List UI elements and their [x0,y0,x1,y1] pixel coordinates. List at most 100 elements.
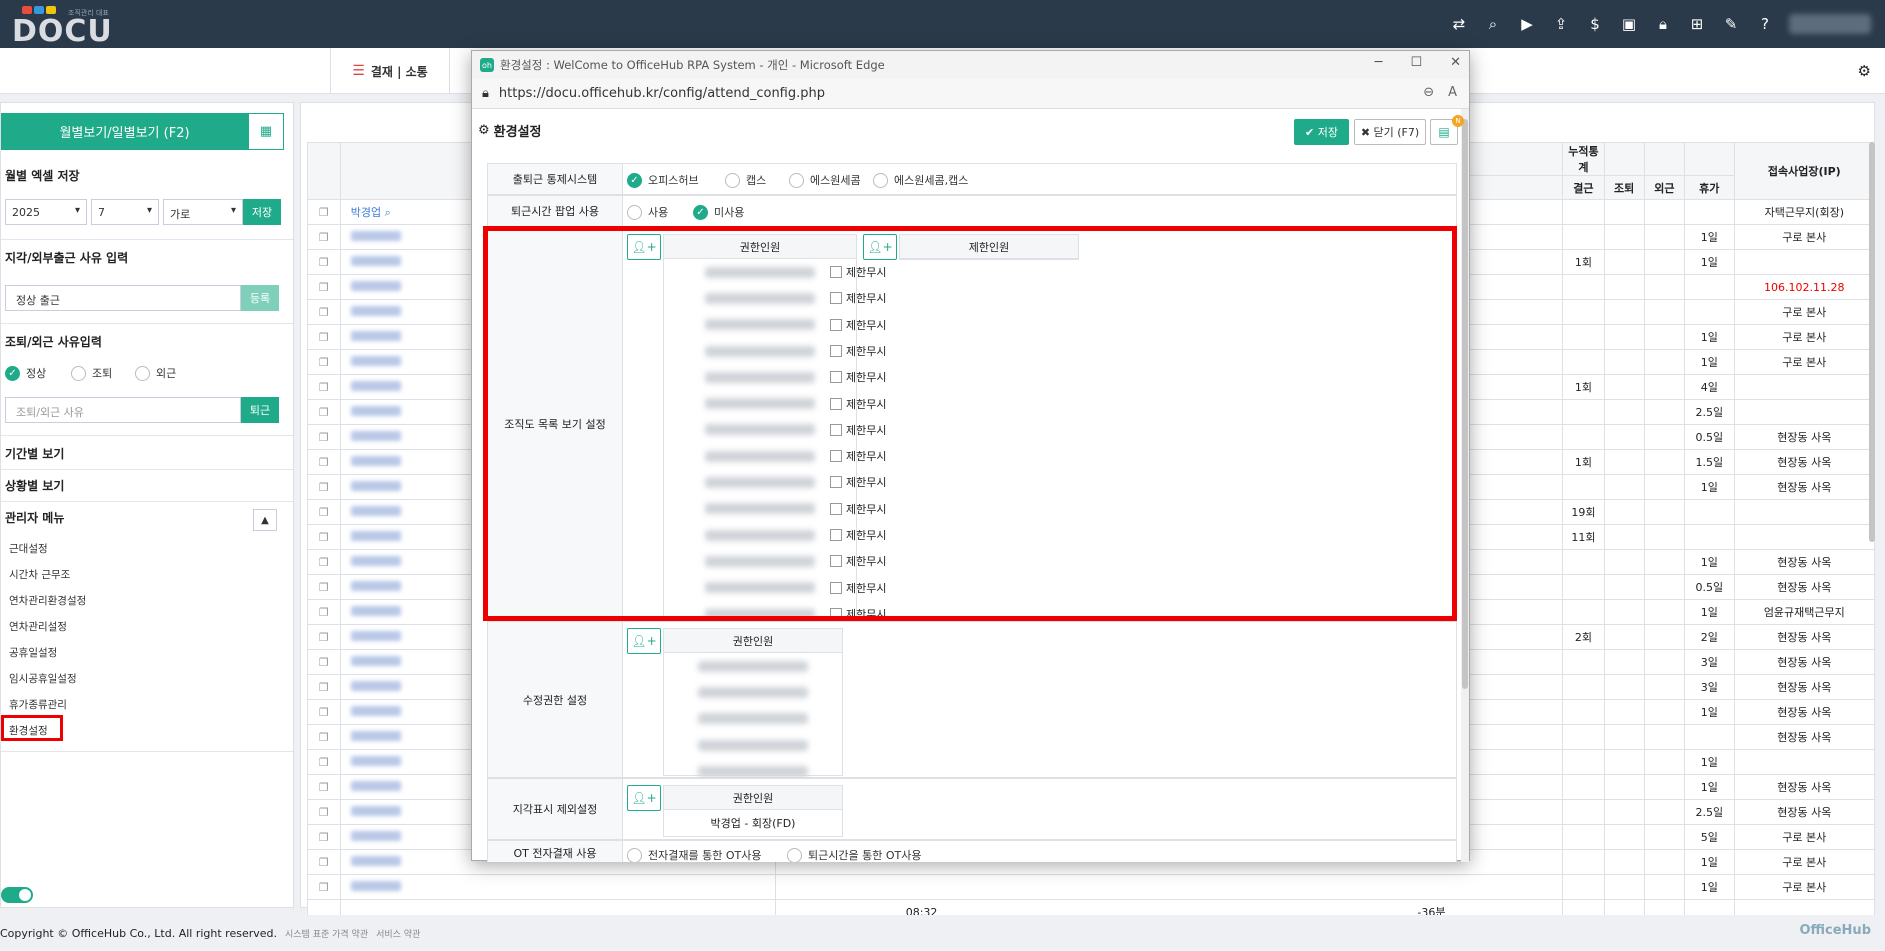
copy-icon[interactable]: ❐ [319,431,329,444]
radio-s1-caps[interactable]: 에스원세콤,캡스 [873,172,968,188]
checkbox-box[interactable] [830,371,842,384]
popup-scrollbar-thumb[interactable] [1462,119,1468,689]
copy-cell[interactable]: ❐ [307,549,341,575]
checkbox-box[interactable] [830,529,842,541]
checkbox-box[interactable] [830,450,842,463]
copy-icon[interactable]: ❐ [319,806,329,819]
status-view-link[interactable]: 상황별 보기 [5,477,64,494]
monthly-daily-view-button[interactable]: 월별보기/일별보기 (F2) [1,113,248,150]
blurred-name[interactable] [350,605,401,616]
blurred-name[interactable] [350,230,401,241]
copy-icon[interactable]: ❐ [319,781,329,794]
copy-cell[interactable]: ❐ [307,699,341,725]
late-reason-input[interactable]: 정상 출근 [5,285,241,311]
toggle-switch[interactable] [1,887,33,903]
add-user-icon[interactable]: 👤︎+ [863,234,897,260]
copy-icon[interactable]: ❐ [319,531,329,544]
user-profile[interactable] [1789,14,1871,34]
checkbox-box[interactable] [830,581,842,594]
checkbox-box[interactable] [830,397,842,410]
copy-cell[interactable]: ❐ [307,299,341,325]
copy-icon[interactable]: ❐ [319,406,329,419]
radio-nouse[interactable]: ✓ 미사용 [693,204,744,220]
checkbox-box[interactable] [830,318,842,331]
no-limit-checkbox[interactable]: 제한무시 [830,343,886,359]
blurred-name[interactable] [350,780,401,791]
copy-cell[interactable]: ❐ [307,449,341,475]
blurred-name[interactable] [350,655,401,666]
period-view-link[interactable]: 기간별 보기 [5,445,64,462]
blurred-name[interactable] [350,805,401,816]
radio-ot-approval[interactable]: 전자결재를 통한 OT사용 [627,847,761,862]
leave-button[interactable]: 퇴근 [241,397,279,423]
add-user-icon[interactable]: 👤︎+ [627,628,661,654]
radio-normal[interactable]: ✓ 정상 [5,365,46,381]
close-icon[interactable]: ✕ [1450,55,1461,70]
orientation-select[interactable]: 가로 ▾ [163,199,243,225]
menu-item-time-shift[interactable]: 시간차 근무조 [9,567,70,582]
copy-cell[interactable]: ❐ [307,224,341,250]
copy-cell[interactable]: ❐ [307,774,341,800]
copy-icon[interactable]: ❐ [319,756,329,769]
no-limit-checkbox[interactable]: 제한무시 [830,290,886,306]
blurred-name[interactable] [350,705,401,716]
chevron-up-icon[interactable]: ▲ [253,509,277,531]
copy-cell[interactable]: ❐ [307,574,341,600]
radio-use[interactable]: 사용 [627,204,668,220]
checkbox-box[interactable] [830,476,842,489]
blurred-name[interactable] [350,855,401,866]
briefcase-icon[interactable]: ▣ [1619,14,1639,34]
grid-icon[interactable]: ▦ [248,113,284,150]
register-button[interactable]: 등록 [241,285,279,311]
minimize-icon[interactable]: ─ [1375,55,1383,70]
footer-link-pricing[interactable]: 시스템 표준 가격 약관 [285,927,368,940]
copy-icon[interactable]: ❐ [319,481,329,494]
add-user-icon[interactable]: 👤︎+ [627,785,661,811]
zoom-out-icon[interactable]: ⊖ [1423,85,1434,100]
blurred-name[interactable] [350,880,401,891]
blurred-name[interactable] [350,830,401,841]
radio-out[interactable]: 외근 [135,365,176,381]
copy-cell[interactable]: ❐ [307,624,341,650]
radio-officehub[interactable]: ✓ 오피스허브 [627,172,699,188]
menu-item-attendance[interactable]: 근대설정 [9,541,48,556]
blurred-name[interactable] [350,680,401,691]
checkbox-box[interactable] [830,344,842,357]
month-select[interactable]: 7 ▾ [91,199,159,225]
sitemap-icon[interactable]: ⊞ [1687,14,1707,34]
add-user-icon[interactable]: 👤︎+ [627,234,661,260]
no-limit-checkbox[interactable]: 제한무시 [830,474,886,490]
tab-approval[interactable]: ☰ 결재 | 소통 [330,48,450,94]
copy-icon[interactable]: ❐ [319,606,329,619]
blurred-name[interactable] [350,380,401,391]
copy-cell[interactable]: ❐ [307,849,341,875]
copy-cell[interactable]: ❐ [307,724,341,750]
blurred-name[interactable] [350,580,401,591]
copy-icon[interactable]: ❐ [319,281,329,294]
checkbox-box[interactable] [830,292,842,305]
menu-item-holiday[interactable]: 공휴일설정 [9,645,57,660]
no-limit-checkbox[interactable]: 제한무시 [830,317,886,333]
no-limit-checkbox[interactable]: 제한무시 [830,422,886,438]
blurred-name[interactable] [350,480,401,491]
copy-cell[interactable]: ❐ [307,324,341,350]
logo[interactable]: DOCU 조직관리 대표 [12,4,120,49]
copy-icon[interactable]: ❐ [319,456,329,469]
blurred-name[interactable] [350,630,401,641]
copy-cell[interactable]: ❐ [307,649,341,675]
copy-icon[interactable]: ❐ [319,306,329,319]
copy-icon[interactable]: ❐ [319,381,329,394]
copy-icon[interactable]: ❐ [319,206,329,219]
save-button[interactable]: ✔ 저장 [1294,119,1349,145]
copy-icon[interactable]: ❐ [319,556,329,569]
table-row[interactable]: ❐ 1일 구로 본사 [307,874,1876,900]
table-scrollbar[interactable] [1869,142,1875,542]
video-icon[interactable]: ▶ [1517,14,1537,34]
no-limit-checkbox[interactable]: 제한무시 [830,264,886,280]
copy-icon[interactable]: ❐ [319,581,329,594]
copy-icon[interactable]: ❐ [319,731,329,744]
early-reason-input[interactable]: 조퇴/외근 사유 [5,397,241,423]
checkbox-box[interactable] [830,266,842,278]
copy-icon[interactable]: ❐ [319,706,329,719]
copy-icon[interactable]: ❐ [319,231,329,244]
